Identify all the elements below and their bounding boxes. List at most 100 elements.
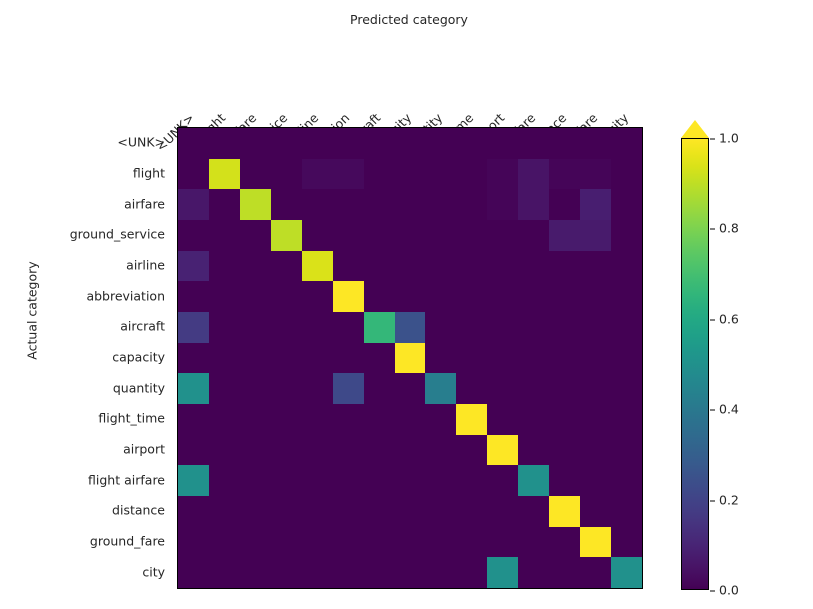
heatmap-cell bbox=[301, 434, 333, 466]
heatmap-cell bbox=[332, 189, 364, 220]
heatmap-cell bbox=[580, 158, 612, 190]
colorbar-tick-label: 0.8 bbox=[710, 221, 739, 236]
heatmap-cell bbox=[487, 219, 519, 251]
heatmap-cell bbox=[425, 434, 457, 466]
y-tick-label: distance bbox=[112, 502, 165, 518]
heatmap-cell bbox=[239, 465, 271, 496]
heatmap-cell bbox=[456, 526, 488, 558]
heatmap-cell bbox=[239, 434, 271, 466]
heatmap-cell bbox=[518, 373, 550, 404]
heatmap-cell bbox=[580, 526, 612, 558]
heatmap-cell bbox=[332, 281, 364, 312]
heatmap-cell bbox=[456, 189, 488, 220]
heatmap-cell bbox=[425, 311, 457, 343]
heatmap-cell bbox=[518, 403, 550, 435]
heatmap-cell bbox=[549, 250, 581, 282]
heatmap-cell bbox=[332, 465, 364, 496]
heatmap-cell bbox=[301, 342, 333, 374]
heatmap-cell bbox=[518, 128, 550, 159]
heatmap-cell bbox=[178, 557, 209, 588]
heatmap-cell bbox=[487, 311, 519, 343]
heatmap-cell bbox=[549, 189, 581, 220]
heatmap-cell bbox=[425, 403, 457, 435]
colorbar-gradient-bar bbox=[681, 138, 709, 590]
colorbar-tick-mark-icon bbox=[710, 319, 715, 321]
heatmap-cell bbox=[178, 434, 209, 466]
heatmap-cell bbox=[363, 128, 395, 159]
heatmap-cell bbox=[301, 158, 333, 190]
colorbar-tick-text: 0.6 bbox=[719, 311, 739, 327]
heatmap-cell bbox=[580, 495, 612, 527]
heatmap-cell bbox=[332, 403, 364, 435]
heatmap-cell bbox=[394, 189, 426, 220]
heatmap-cell bbox=[518, 219, 550, 251]
heatmap-cell bbox=[394, 281, 426, 312]
heatmap-cell bbox=[239, 342, 271, 374]
heatmap-cell bbox=[549, 158, 581, 190]
heatmap-cell bbox=[270, 281, 302, 312]
heatmap-cell bbox=[363, 219, 395, 251]
heatmap-cell bbox=[394, 342, 426, 374]
heatmap-cell bbox=[456, 311, 488, 343]
colorbar-tick-label: 1.0 bbox=[710, 131, 739, 146]
heatmap-cell bbox=[487, 189, 519, 220]
heatmap-cell bbox=[549, 557, 581, 588]
colorbar-tick-mark-icon bbox=[710, 138, 715, 140]
heatmap-cell bbox=[580, 281, 612, 312]
heatmap-cell bbox=[178, 250, 209, 282]
heatmap-cell bbox=[394, 557, 426, 588]
heatmap-cell bbox=[239, 403, 271, 435]
heatmap-cell bbox=[208, 495, 240, 527]
colorbar-tick-label: 0.6 bbox=[710, 311, 739, 326]
heatmap-cell bbox=[425, 495, 457, 527]
heatmap-cell bbox=[363, 311, 395, 343]
heatmap-cell bbox=[611, 128, 642, 159]
heatmap-cell bbox=[363, 557, 395, 588]
heatmap-cell bbox=[487, 373, 519, 404]
heatmap-cell bbox=[518, 342, 550, 374]
heatmap-cell bbox=[611, 342, 642, 374]
heatmap-cell bbox=[611, 526, 642, 558]
heatmap-cell bbox=[208, 250, 240, 282]
y-tick-label: capacity bbox=[112, 349, 165, 365]
heatmap-cell bbox=[394, 526, 426, 558]
colorbar-max-extend-arrow-icon bbox=[681, 120, 709, 138]
heatmap-cell bbox=[270, 465, 302, 496]
heatmap-cell bbox=[301, 465, 333, 496]
heatmap-cell bbox=[178, 342, 209, 374]
heatmap-cell bbox=[332, 373, 364, 404]
heatmap-cell bbox=[456, 128, 488, 159]
heatmap-cell bbox=[487, 465, 519, 496]
heatmap-cell bbox=[425, 128, 457, 159]
heatmap-cell bbox=[487, 434, 519, 466]
colorbar-tick-mark-icon bbox=[710, 228, 715, 230]
heatmap-cell bbox=[332, 557, 364, 588]
heatmap-cell bbox=[178, 219, 209, 251]
heatmap-cell bbox=[611, 189, 642, 220]
heatmap-cell bbox=[425, 373, 457, 404]
y-tick-label: <UNK> bbox=[117, 134, 165, 150]
heatmap-cell bbox=[239, 557, 271, 588]
heatmap-cell bbox=[456, 495, 488, 527]
heatmap-cell bbox=[456, 434, 488, 466]
colorbar-tick-mark-icon bbox=[710, 590, 715, 592]
heatmap-cell bbox=[363, 434, 395, 466]
heatmap-cell bbox=[518, 158, 550, 190]
heatmap-cell bbox=[270, 526, 302, 558]
heatmap-cell bbox=[332, 342, 364, 374]
heatmap-cell bbox=[208, 526, 240, 558]
heatmap-cell bbox=[332, 158, 364, 190]
heatmap-cell bbox=[363, 189, 395, 220]
heatmap-cell bbox=[518, 495, 550, 527]
heatmap-cell bbox=[208, 281, 240, 312]
heatmap-cell bbox=[611, 219, 642, 251]
heatmap-cell bbox=[394, 311, 426, 343]
heatmap-cell bbox=[363, 250, 395, 282]
heatmap-cell bbox=[363, 495, 395, 527]
heatmap-cell bbox=[580, 403, 612, 435]
heatmap-cell bbox=[270, 495, 302, 527]
heatmap-cell bbox=[394, 465, 426, 496]
colorbar-tick-label: 0.4 bbox=[710, 402, 739, 417]
heatmap-cell bbox=[332, 311, 364, 343]
y-tick-label: ground_fare bbox=[89, 533, 165, 549]
